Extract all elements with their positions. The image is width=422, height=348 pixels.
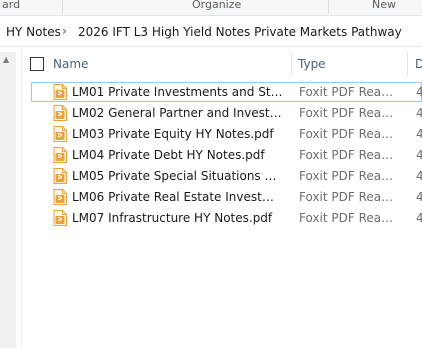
file-name[interactable]: LM02 General Partner and Investor Perspe… (72, 106, 284, 120)
scroll-up-arrow-icon[interactable]: ▲ (3, 56, 9, 64)
file-name[interactable]: LM03 Private Equity HY Notes.pdf (72, 127, 284, 141)
foxit-pdf-icon (53, 147, 67, 163)
file-row[interactable]: LM06 Private Real Estate Investments HY … (31, 187, 422, 207)
file-type: Foxit PDF Reader Document (299, 211, 399, 225)
chevron-right-icon[interactable]: › (62, 24, 72, 38)
ribbon-divider (328, 0, 329, 14)
file-type: Foxit PDF Reader Document (299, 148, 399, 162)
foxit-pdf-icon (53, 84, 67, 100)
file-date-modified: 4 (416, 85, 422, 99)
file-type: Foxit PDF Reader Document (299, 127, 399, 141)
navigation-pane-scrollbar[interactable]: ▲ (0, 52, 16, 348)
file-date-modified: 4 (416, 211, 422, 225)
file-explorer-window: ard Organize New HY Notes › 2026 IFT L3 … (0, 0, 422, 348)
file-name[interactable]: LM04 Private Debt HY Notes.pdf (72, 148, 284, 162)
file-date-modified: 4 (416, 169, 422, 183)
file-row[interactable]: LM01 Private Investments and Structures … (31, 82, 422, 102)
file-type: Foxit PDF Reader Document (299, 106, 399, 120)
file-row[interactable]: LM03 Private Equity HY Notes.pdf Foxit PD… (31, 124, 422, 144)
file-row[interactable]: LM05 Private Special Situations HY Notes… (31, 166, 422, 186)
file-row[interactable]: LM07 Infrastructure HY Notes.pdf Foxit PD… (31, 208, 422, 228)
ribbon-group-labels: ard Organize New (0, 0, 422, 16)
file-type: Foxit PDF Reader Document (299, 169, 399, 183)
file-date-modified: 4 (416, 106, 422, 120)
column-header-type[interactable]: Type (298, 52, 406, 76)
foxit-pdf-icon (53, 189, 67, 205)
file-row[interactable]: LM04 Private Debt HY Notes.pdf Foxit PDF … (31, 145, 422, 165)
foxit-pdf-icon (53, 126, 67, 142)
column-divider[interactable] (407, 52, 408, 76)
ribbon-divider (62, 0, 63, 14)
file-type: Foxit PDF Reader Document (299, 190, 399, 204)
file-date-modified: 4 (416, 127, 422, 141)
foxit-pdf-icon (53, 210, 67, 226)
file-row[interactable]: LM02 General Partner and Investor Perspe… (31, 103, 422, 123)
breadcrumb-item-hy-notes[interactable]: HY Notes (6, 25, 61, 39)
file-name[interactable]: LM05 Private Special Situations HY Notes… (72, 169, 284, 183)
file-type: Foxit PDF Reader Document (299, 85, 399, 99)
ribbon-group-organize: Organize (192, 0, 242, 11)
file-name[interactable]: LM06 Private Real Estate Investments HY … (72, 190, 284, 204)
file-name[interactable]: LM07 Infrastructure HY Notes.pdf (72, 211, 284, 225)
column-header-date-modified[interactable]: D (415, 52, 422, 76)
column-divider[interactable] (291, 52, 292, 76)
file-date-modified: 4 (416, 148, 422, 162)
ribbon-group-clipboard: ard (2, 0, 21, 11)
select-all-checkbox[interactable] (30, 57, 44, 71)
file-name[interactable]: LM01 Private Investments and Structures … (72, 85, 284, 99)
ribbon-group-new: New (372, 0, 396, 11)
pane-splitter[interactable] (21, 47, 22, 348)
foxit-pdf-icon (53, 168, 67, 184)
breadcrumb-item-current-folder[interactable]: 2026 IFT L3 High Yield Notes Private Mar… (78, 25, 402, 39)
address-bar[interactable]: HY Notes › 2026 IFT L3 High Yield Notes … (0, 20, 422, 47)
file-date-modified: 4 (416, 190, 422, 204)
foxit-pdf-icon (53, 105, 67, 121)
column-header-name[interactable]: Name (53, 52, 290, 76)
